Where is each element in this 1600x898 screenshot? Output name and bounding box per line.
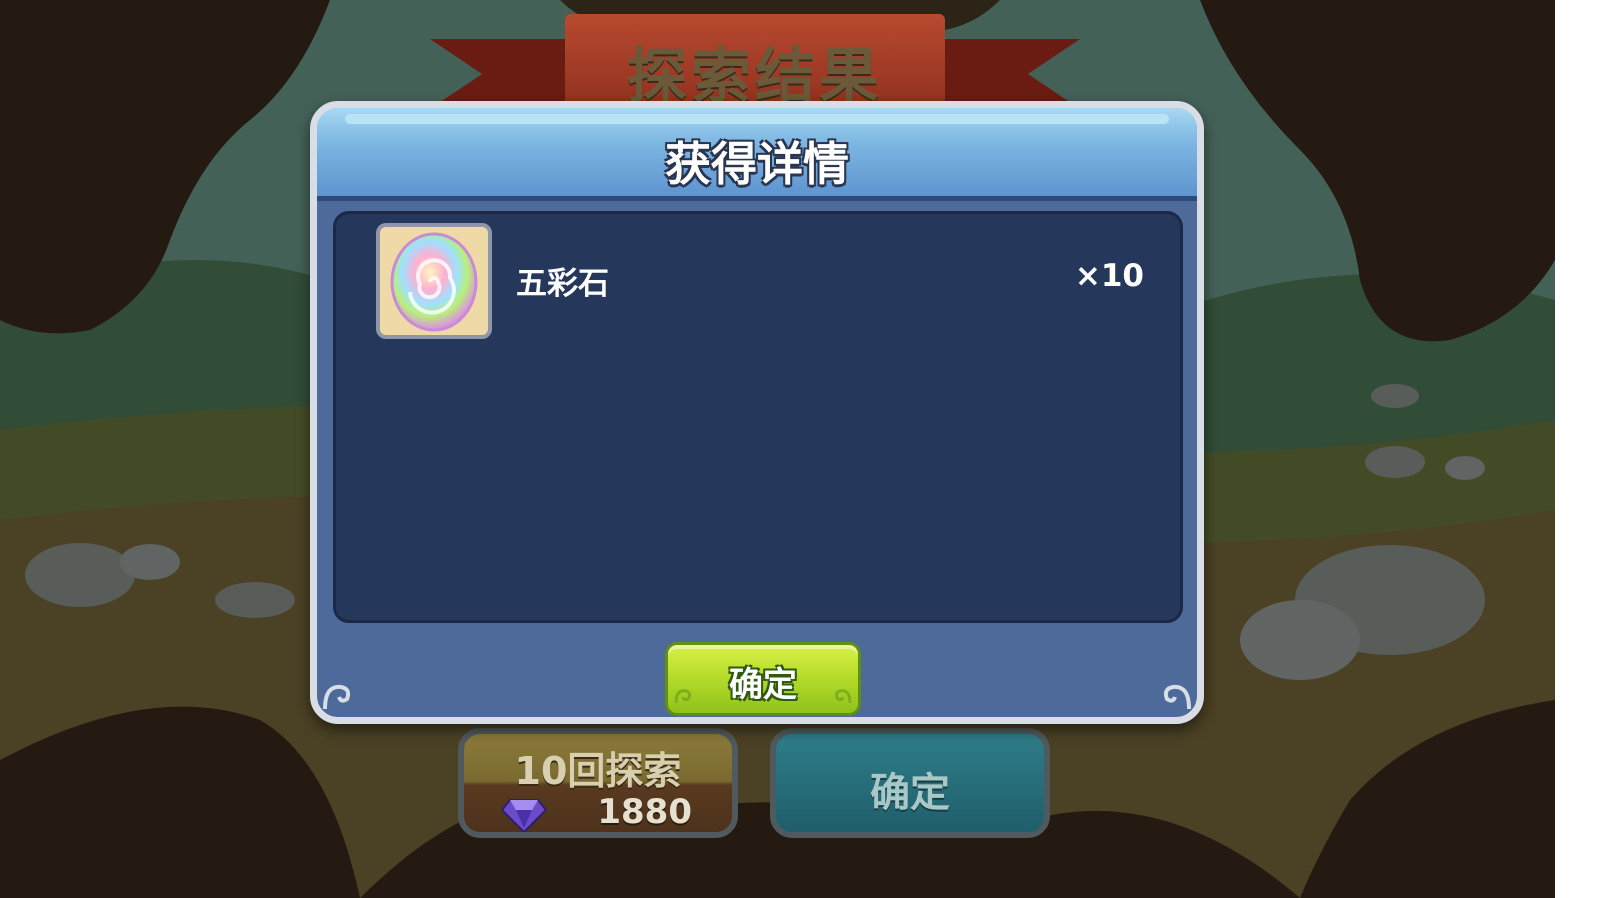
reward-item-frame[interactable] <box>376 223 492 339</box>
reward-item-name: 五彩石 <box>516 266 609 302</box>
corner-ornament-icon <box>323 684 351 710</box>
gem-icon <box>502 799 546 832</box>
dialog-title: 获得详情 <box>665 137 849 191</box>
reward-item-quantity: ×10 <box>1074 258 1144 294</box>
dialog-header: 获得详情 <box>317 108 1197 201</box>
explore-ten-times-button[interactable]: 10回探索 1880 <box>458 728 738 838</box>
reward-list-panel: 五彩石 ×10 <box>333 211 1183 623</box>
result-banner: 探索结果 <box>430 14 1080 114</box>
confirm-button-label: 确定 <box>729 665 797 705</box>
corner-ornament-icon <box>1163 684 1191 710</box>
explore-cost-value: 1880 <box>597 792 692 832</box>
reward-row: 五彩石 ×10 <box>336 214 1180 344</box>
explore-ten-times-label: 10回探索 <box>514 749 682 793</box>
bottom-confirm-button[interactable]: 确定 <box>770 728 1050 838</box>
bottom-confirm-label: 确定 <box>870 770 950 816</box>
rainbow-stone-icon <box>390 232 478 332</box>
confirm-button[interactable]: 确定 <box>665 642 861 716</box>
reward-details-dialog: 获得详情 五彩石 ×10 确定 <box>310 101 1204 724</box>
header-shine <box>345 114 1169 124</box>
